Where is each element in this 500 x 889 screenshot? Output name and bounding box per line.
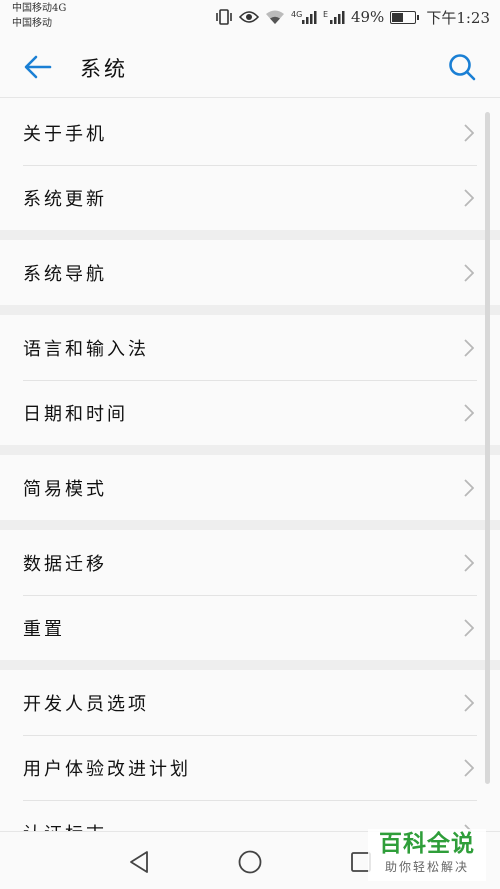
settings-item-label: 开发人员选项	[23, 693, 149, 715]
group-divider	[0, 230, 500, 240]
app-toolbar: 系统	[0, 36, 500, 98]
settings-item-label: 系统更新	[23, 188, 107, 210]
settings-item-developer-options[interactable]: 开发人员选项	[0, 670, 500, 735]
chevron-right-icon	[464, 479, 474, 497]
chevron-right-icon	[464, 619, 474, 637]
settings-group: 关于手机 系统更新	[0, 100, 500, 230]
settings-item-reset[interactable]: 重置	[0, 595, 500, 660]
settings-item-label: 日期和时间	[23, 403, 128, 425]
watermark-subtitle: 助你轻松解决	[384, 860, 469, 874]
chevron-right-icon	[464, 404, 474, 422]
group-divider	[0, 660, 500, 670]
search-button[interactable]	[444, 49, 480, 85]
watermark-logo: 百科全说 助你轻松解决	[368, 829, 486, 881]
chevron-right-icon	[464, 189, 474, 207]
settings-group: 开发人员选项 用户体验改进计划 认证标志	[0, 670, 500, 831]
nav-home-button[interactable]	[235, 847, 265, 877]
battery-percent: 49%	[350, 8, 385, 26]
settings-item-label: 数据迁移	[23, 553, 107, 575]
group-divider	[0, 520, 500, 530]
net-type-1: 4G	[291, 10, 302, 19]
signal-icon-1: 4G	[291, 9, 317, 25]
group-divider	[0, 445, 500, 455]
settings-group: 简易模式	[0, 455, 500, 520]
arrow-left-icon	[24, 55, 52, 79]
settings-item-about-phone[interactable]: 关于手机	[0, 100, 500, 165]
settings-item-label: 关于手机	[23, 123, 107, 145]
page-title: 系统	[80, 57, 128, 81]
chevron-right-icon	[464, 339, 474, 357]
eye-comfort-icon	[238, 10, 259, 24]
scrollbar[interactable]	[485, 112, 490, 784]
net-type-2: E	[323, 10, 328, 19]
battery-icon	[390, 10, 420, 24]
group-divider	[0, 305, 500, 315]
nav-back-button[interactable]	[124, 847, 154, 877]
status-bar: 中国移动4G 中国移动 4G E 49% 下午1:23	[0, 0, 500, 36]
settings-item-label: 系统导航	[23, 263, 107, 285]
chevron-right-icon	[464, 124, 474, 142]
settings-item-label: 用户体验改进计划	[23, 758, 191, 780]
settings-item-label: 认证标志	[23, 820, 107, 832]
settings-item-language-input[interactable]: 语言和输入法	[0, 315, 500, 380]
settings-item-user-experience[interactable]: 用户体验改进计划	[0, 735, 500, 800]
chevron-right-icon	[464, 264, 474, 282]
clock: 下午1:23	[426, 8, 490, 27]
circle-home-icon	[238, 850, 262, 874]
settings-item-label: 语言和输入法	[23, 338, 149, 360]
settings-item-date-time[interactable]: 日期和时间	[0, 380, 500, 445]
status-icons: 4G E 49% 下午1:23	[215, 7, 490, 27]
chevron-right-icon	[464, 694, 474, 712]
chevron-right-icon	[464, 554, 474, 572]
watermark-title: 百科全说	[379, 831, 475, 857]
settings-item-simple-mode[interactable]: 简易模式	[0, 455, 500, 520]
settings-item-label: 简易模式	[23, 478, 107, 500]
chevron-right-icon	[464, 759, 474, 777]
settings-group: 语言和输入法 日期和时间	[0, 315, 500, 445]
settings-item-data-migration[interactable]: 数据迁移	[0, 530, 500, 595]
triangle-back-icon	[130, 851, 148, 873]
settings-list[interactable]: 关于手机 系统更新 系统导航 语言和输入法 日期和时间 简易模式 数据迁移 重置…	[0, 100, 500, 831]
settings-item-label: 重置	[23, 618, 65, 640]
settings-item-system-update[interactable]: 系统更新	[0, 165, 500, 230]
search-icon	[449, 54, 476, 81]
vibrate-icon	[215, 9, 233, 25]
settings-group: 数据迁移 重置	[0, 530, 500, 660]
signal-icon-2: E	[323, 9, 345, 25]
carrier-label-2: 中国移动	[12, 18, 52, 29]
carrier-label-1: 中国移动4G	[12, 3, 67, 14]
wifi-icon	[265, 10, 285, 25]
settings-item-system-navigation[interactable]: 系统导航	[0, 240, 500, 305]
settings-group: 系统导航	[0, 240, 500, 305]
back-button[interactable]	[20, 50, 56, 84]
settings-item-certification[interactable]: 认证标志	[0, 800, 500, 831]
